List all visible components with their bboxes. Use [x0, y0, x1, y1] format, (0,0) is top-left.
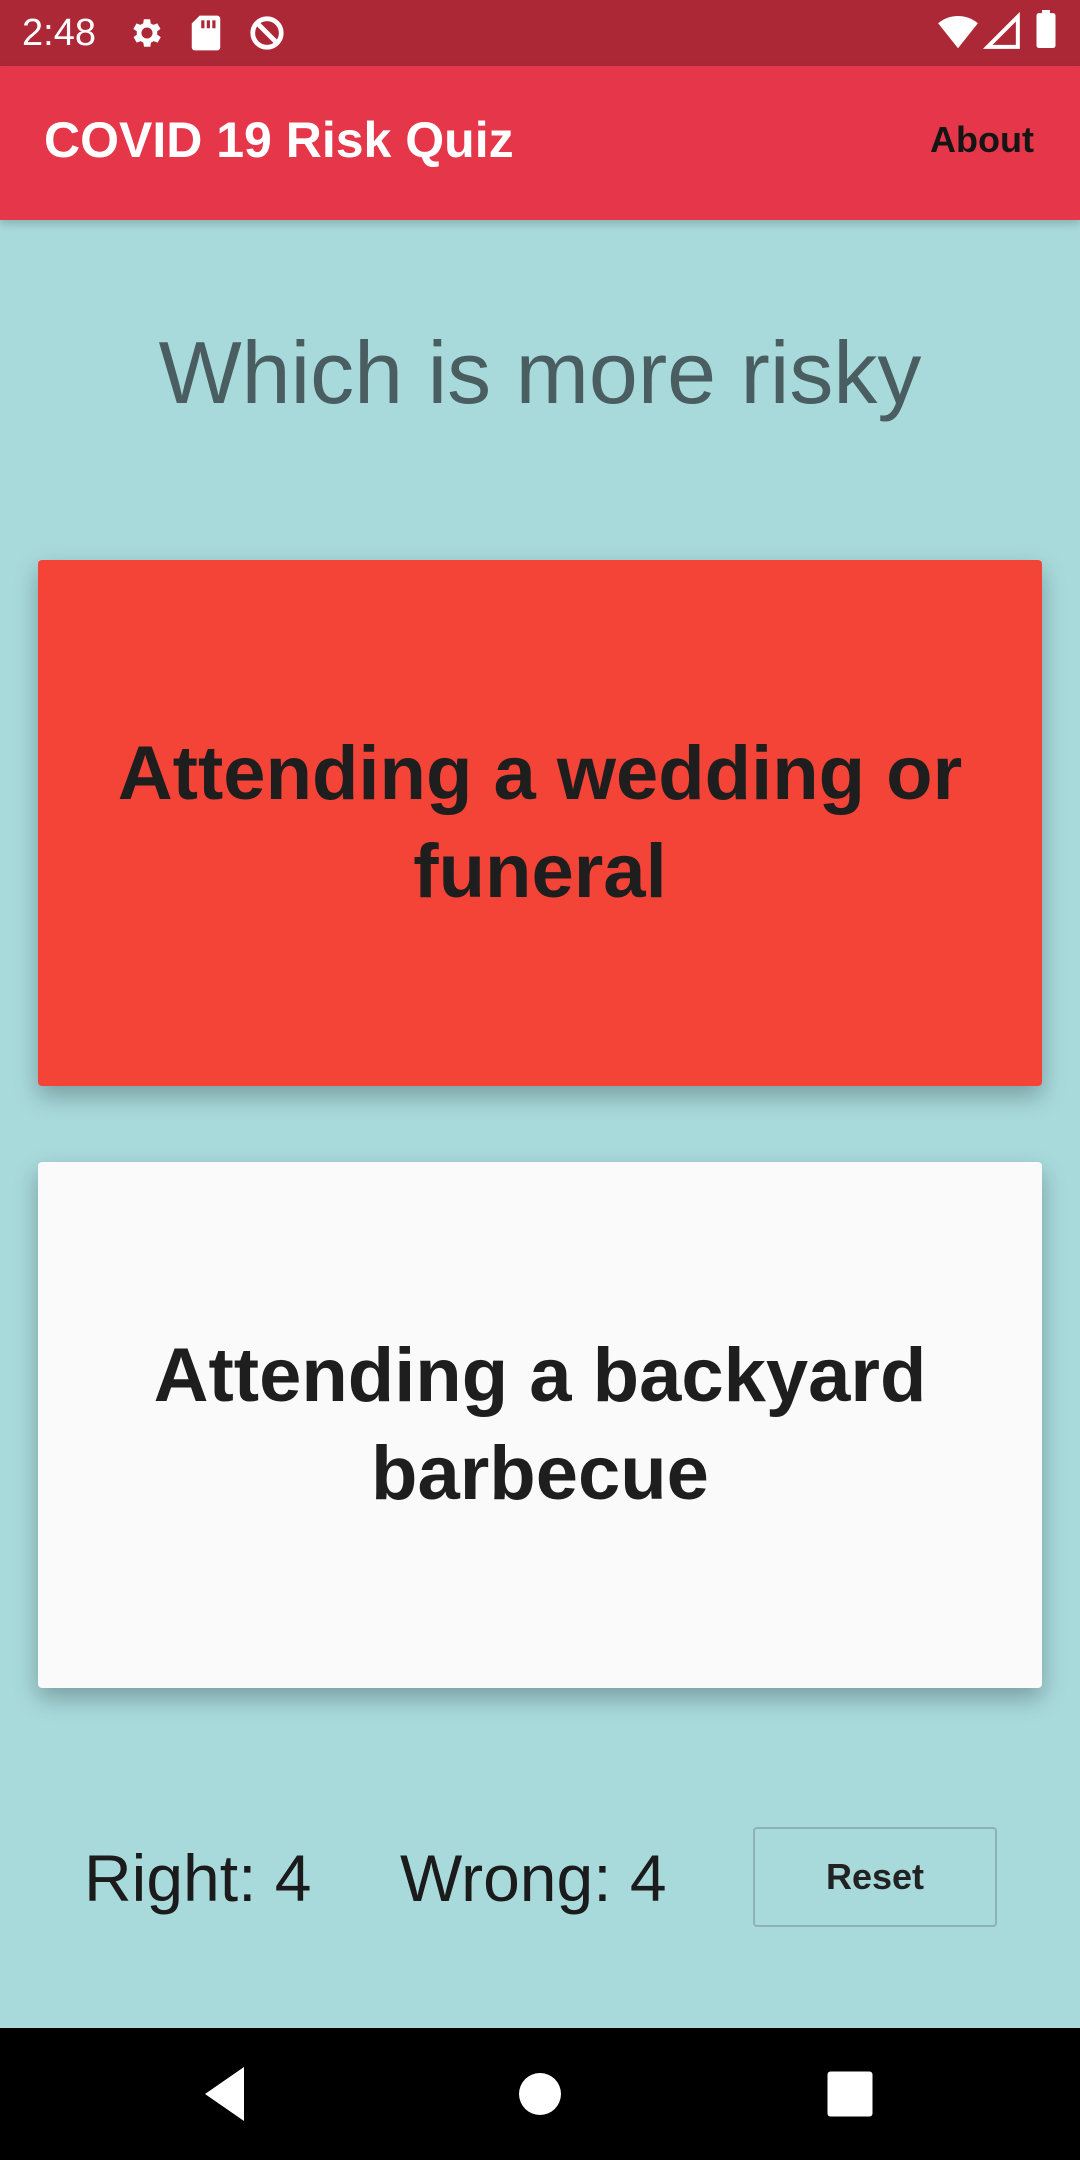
status-time: 2:48: [22, 12, 96, 54]
no-sync-icon: [250, 16, 284, 50]
option-card-a[interactable]: Attending a wedding or funeral: [38, 560, 1042, 1086]
option-card-b[interactable]: Attending a backyard barbecue: [38, 1162, 1042, 1688]
about-button[interactable]: About: [928, 110, 1036, 170]
wrong-count: Wrong: 4: [400, 1841, 667, 1915]
right-count: Right: 4: [84, 1841, 312, 1915]
app-title: COVID 19 Risk Quiz: [44, 112, 514, 168]
battery-icon: [1036, 10, 1056, 48]
navigation-bar: [0, 2028, 1080, 2160]
sd-card-icon: [191, 15, 221, 51]
option-a-label: Attending a wedding or funeral: [117, 731, 963, 914]
signal-icon: [982, 12, 1020, 49]
question-heading: Which is more risky: [158, 323, 922, 422]
reset-button[interactable]: Reset: [753, 1827, 997, 1927]
gear-icon: [133, 19, 161, 47]
recents-icon[interactable]: [814, 2058, 886, 2130]
app-bar: COVID 19 Risk Quiz About: [0, 66, 1080, 220]
option-b-label: Attending a backyard barbecue: [153, 1333, 927, 1516]
status-bar: 2:48: [0, 0, 1080, 66]
wifi-icon: [938, 16, 978, 49]
back-icon[interactable]: [190, 2058, 262, 2130]
home-icon[interactable]: [504, 2058, 576, 2130]
